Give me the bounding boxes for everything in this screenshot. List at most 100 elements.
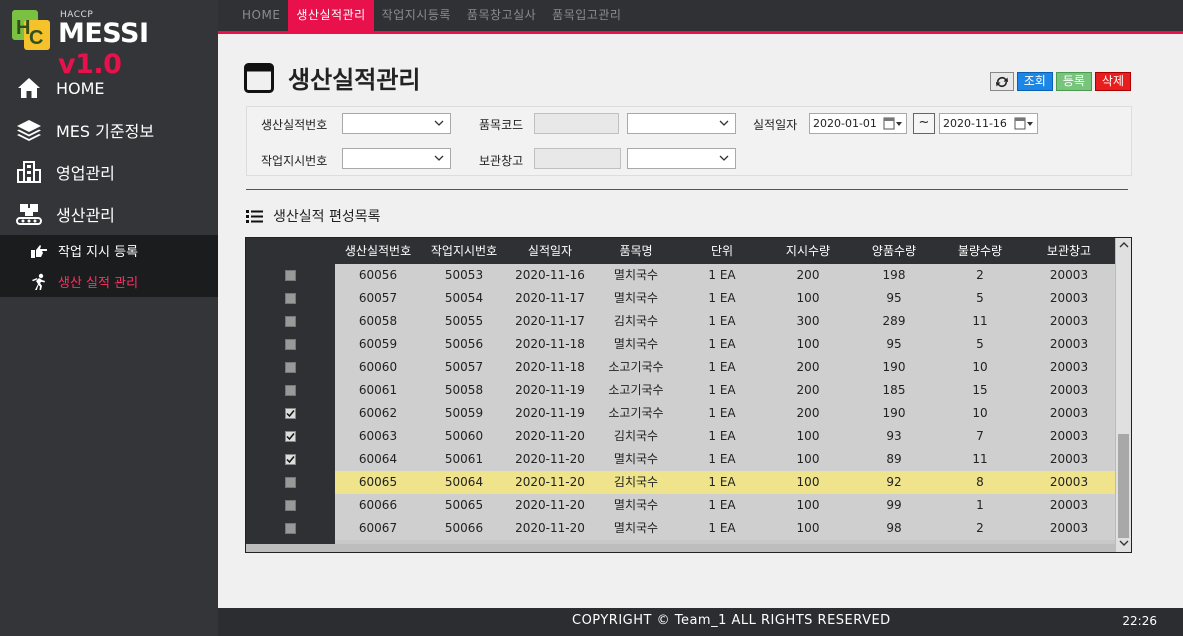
column-header[interactable]: 양품수량: [851, 238, 937, 264]
warehouse-input[interactable]: [534, 148, 621, 169]
column-header[interactable]: 보관창고: [1023, 238, 1115, 264]
table-row[interactable]: 60067 50066 2020-11-20 멸치국수 1 EA 100 98 2 20003: [335, 517, 1115, 540]
column-header[interactable]: 실적일자: [507, 238, 593, 264]
production-no-select[interactable]: [342, 113, 451, 134]
sidebar-item-production[interactable]: 생산관리: [0, 193, 218, 235]
item-code-select[interactable]: [627, 113, 736, 134]
column-header[interactable]: 지시수량: [765, 238, 851, 264]
table-row[interactable]: 60057 50054 2020-11-17 멸치국수 1 EA 100 95 5 20003: [335, 287, 1115, 310]
row-checkbox[interactable]: [285, 408, 296, 419]
sidebar-item-home[interactable]: HOME: [0, 67, 218, 109]
row-checkbox[interactable]: [285, 523, 296, 534]
row-checkbox[interactable]: [285, 385, 296, 396]
row-checkbox[interactable]: [285, 362, 296, 373]
sidebar-item-sales[interactable]: 영업관리: [0, 151, 218, 193]
date-to-value: 2020-11-16: [943, 117, 1007, 130]
check-icon: [286, 456, 295, 464]
column-header[interactable]: 불량수량: [937, 238, 1023, 264]
tab-home[interactable]: HOME: [234, 0, 288, 31]
scroll-up-icon[interactable]: [1119, 241, 1129, 249]
building-icon: [16, 159, 42, 185]
work-order-select[interactable]: [342, 148, 451, 169]
table-cell: 소고기국수: [608, 383, 664, 397]
calendar-icon: [883, 117, 902, 130]
row-checkbox[interactable]: [285, 431, 296, 442]
row-checkbox[interactable]: [285, 270, 296, 281]
table-cell: 2020-11-17: [515, 291, 585, 305]
row-checkbox[interactable]: [285, 293, 296, 304]
tab-warehouse-inspection[interactable]: 품목창고실사: [459, 0, 544, 31]
scrollbar-thumb[interactable]: [1118, 434, 1129, 538]
row-checkbox[interactable]: [285, 316, 296, 327]
vertical-scrollbar[interactable]: [1115, 238, 1131, 552]
table-cell: 2020-11-20: [515, 498, 585, 512]
table-cell: 2020-11-20: [515, 475, 585, 489]
date-to-picker[interactable]: 2020-11-16: [939, 113, 1038, 134]
item-code-input[interactable]: [534, 113, 619, 134]
tab-work-order[interactable]: 작업지시등록: [374, 0, 459, 31]
table-row[interactable]: 60066 50065 2020-11-20 멸치국수 1 EA 100 99 1 20003: [335, 494, 1115, 517]
horizontal-scrollbar[interactable]: [246, 544, 1115, 552]
table-cell: 200: [796, 383, 820, 397]
check-icon: [286, 433, 295, 441]
result-date-label: 실적일자: [753, 118, 798, 132]
runner-icon: [30, 273, 48, 291]
table-cell: 60066: [358, 498, 398, 512]
table-row[interactable]: 60058 50055 2020-11-17 김치국수 1 EA 300 289 11 2000…: [335, 310, 1115, 333]
table-row[interactable]: 60061 50058 2020-11-19 소고기국수 1 EA 200 185 15 200…: [335, 379, 1115, 402]
column-header[interactable]: 생산실적번호: [335, 238, 421, 264]
row-checkbox[interactable]: [285, 477, 296, 488]
table-row[interactable]: 60059 50056 2020-11-18 멸치국수 1 EA 100 95 5 20003: [335, 333, 1115, 356]
pointing-hand-icon: [30, 242, 48, 260]
row-checkbox[interactable]: [285, 339, 296, 350]
table-cell: 1 EA: [708, 452, 736, 466]
copyright-text: COPYRIGHT © Team_1 ALL RIGHTS RESERVED: [572, 613, 891, 628]
table-row[interactable]: 60062 50059 2020-11-19 소고기국수 1 EA 200 190 10 200…: [335, 402, 1115, 425]
footer: COPYRIGHT © Team_1 ALL RIGHTS RESERVED 2…: [218, 608, 1183, 636]
table-cell: 50060: [444, 429, 484, 443]
table-cell: 멸치국수: [613, 268, 659, 282]
list-icon: [246, 209, 263, 223]
row-checkbox[interactable]: [285, 454, 296, 465]
table-cell: 50055: [444, 314, 484, 328]
tab-item-receiving[interactable]: 품목입고관리: [544, 0, 629, 31]
table-row[interactable]: 60065 50064 2020-11-20 김치국수 1 EA 100 92 8 20003: [335, 471, 1115, 494]
table-row[interactable]: 60060 50057 2020-11-18 소고기국수 1 EA 200 190 10 200…: [335, 356, 1115, 379]
register-button[interactable]: 등록: [1055, 72, 1092, 91]
date-from-picker[interactable]: 2020-01-01: [809, 113, 907, 134]
check-icon: [286, 410, 295, 418]
table-cell: 2020-11-20: [515, 429, 585, 443]
logo[interactable]: H C HACCP MESSI v1.0: [10, 8, 210, 80]
work-order-label: 작업지시번호: [261, 154, 328, 168]
sidebar-item-label: 생산관리: [56, 206, 115, 225]
table-cell: 200: [796, 406, 820, 420]
table-cell: 2020-11-20: [515, 521, 585, 535]
table-cell: 93: [886, 429, 902, 443]
tab-production-result[interactable]: 생산실적관리: [288, 0, 374, 31]
scroll-down-icon[interactable]: [1119, 539, 1129, 547]
column-header[interactable]: 작업지시번호: [421, 238, 507, 264]
table-cell: 1 EA: [708, 406, 736, 420]
table-row[interactable]: 60064 50061 2020-11-20 멸치국수 1 EA 100 89 11 20003: [335, 448, 1115, 471]
table-cell: 1 EA: [708, 268, 736, 282]
column-header[interactable]: 품목명: [593, 238, 679, 264]
column-header[interactable]: 단위: [679, 238, 765, 264]
sidebar-subitem-production-result[interactable]: 생산 실적 관리: [0, 266, 218, 297]
warehouse-select[interactable]: [627, 148, 736, 169]
table-cell: 20003: [1049, 291, 1089, 305]
table-cell: 50059: [444, 406, 484, 420]
table-cell: 50058: [444, 383, 484, 397]
refresh-button[interactable]: [989, 72, 1014, 91]
refresh-icon: [995, 76, 1008, 87]
table-cell: 100: [796, 498, 820, 512]
sidebar-subitem-work-order[interactable]: 작업 지시 등록: [0, 235, 218, 266]
table-cell: 2: [976, 521, 984, 535]
search-button[interactable]: 조회: [1016, 72, 1053, 91]
table-cell: 60058: [358, 314, 398, 328]
table-cell: 100: [796, 521, 820, 535]
row-checkbox[interactable]: [285, 500, 296, 511]
table-row[interactable]: 60063 50060 2020-11-20 김치국수 1 EA 100 93 7 20003: [335, 425, 1115, 448]
sidebar-item-mes-info[interactable]: MES 기준정보: [0, 109, 218, 151]
delete-button[interactable]: 삭제: [1094, 72, 1131, 91]
table-row[interactable]: 60056 50053 2020-11-16 멸치국수 1 EA 200 198 2 20003: [335, 264, 1115, 287]
